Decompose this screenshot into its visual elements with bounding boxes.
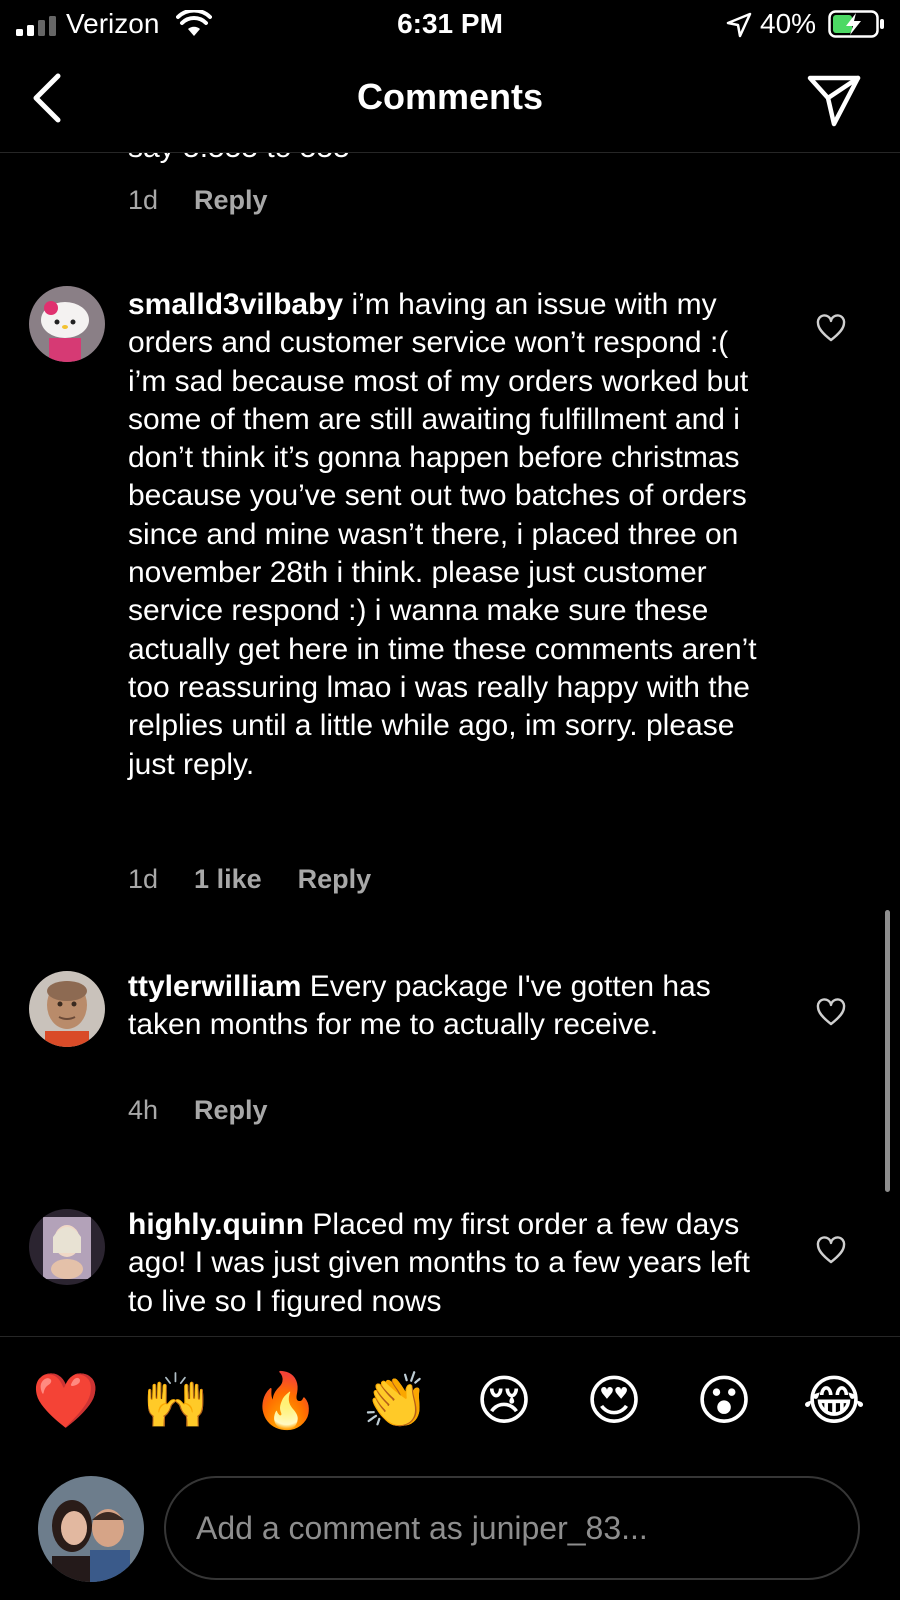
scrollbar[interactable] [885, 910, 890, 1192]
avatar-image [29, 971, 105, 1047]
reply-button[interactable]: Reply [194, 1095, 268, 1126]
emoji-heart[interactable]: ❤️ [32, 1369, 99, 1433]
emoji-heart-eyes[interactable]: 😍 [582, 1369, 646, 1433]
avatar[interactable] [29, 971, 105, 1047]
header: Comments [0, 52, 900, 153]
emoji-surprised[interactable]: 😮 [692, 1369, 756, 1433]
emoji-laughing[interactable]: 😂 [802, 1369, 866, 1433]
avatar[interactable] [29, 286, 105, 362]
emoji-fire[interactable]: 🔥 [252, 1369, 319, 1433]
emoji-clapping[interactable]: 👏 [362, 1369, 429, 1433]
reply-button[interactable]: Reply [298, 864, 372, 895]
comment-time: 1d [128, 185, 159, 215]
battery-percent: 40% [760, 8, 817, 39]
comment-text: ttylerwilliam Every package I've gotten … [128, 968, 768, 1045]
comment-meta: 1d 1 like Reply [128, 864, 371, 895]
avatar[interactable] [29, 1209, 105, 1285]
comment-meta: 1d Reply [128, 185, 268, 216]
emoji-raised-hands[interactable]: 🙌 [142, 1369, 209, 1433]
page-title: Comments [356, 76, 544, 117]
comments-list[interactable]: say 5:555 to 555 1d Reply smalld3vilbaby… [0, 153, 900, 1335]
comment-time: 4h [128, 1095, 159, 1125]
comment-time: 1d [128, 864, 159, 894]
heart-like-icon[interactable] [816, 314, 846, 342]
heart-like-icon[interactable] [816, 998, 846, 1026]
comment-username[interactable]: highly.quinn [128, 1208, 304, 1241]
status-bar: Verizon 6:31 PM 40% [0, 0, 900, 50]
paper-plane-icon[interactable] [806, 72, 862, 128]
comment-username[interactable]: ttylerwilliam [128, 970, 301, 1003]
emoji-reaction-bar: ❤️ 🙌 🔥 👏 😢 😍 😮 😂 [0, 1336, 900, 1467]
emoji-crying[interactable]: 😢 [472, 1369, 536, 1433]
comment-text: highly.quinn Placed my first order a few… [128, 1206, 768, 1321]
comment-composer [0, 1466, 900, 1600]
heart-like-icon[interactable] [816, 1236, 846, 1264]
likes-count[interactable]: 1 like [194, 864, 262, 895]
avatar-image [29, 1209, 105, 1285]
location-arrow-icon [726, 12, 752, 38]
comment-body: i’m having an issue with my orders and c… [128, 288, 757, 781]
reply-button[interactable]: Reply [194, 185, 268, 216]
comment-text-partial: say 5:555 to 555 [128, 153, 350, 165]
avatar-image [29, 286, 105, 362]
comment-text: smalld3vilbaby i’m having an issue with … [128, 286, 768, 784]
battery-charging-icon [828, 10, 884, 38]
comment-input[interactable] [164, 1476, 860, 1580]
avatar-image [38, 1476, 144, 1582]
avatar [38, 1476, 144, 1582]
comment-meta: 4h Reply [128, 1095, 268, 1126]
comment-username[interactable]: smalld3vilbaby [128, 288, 343, 321]
